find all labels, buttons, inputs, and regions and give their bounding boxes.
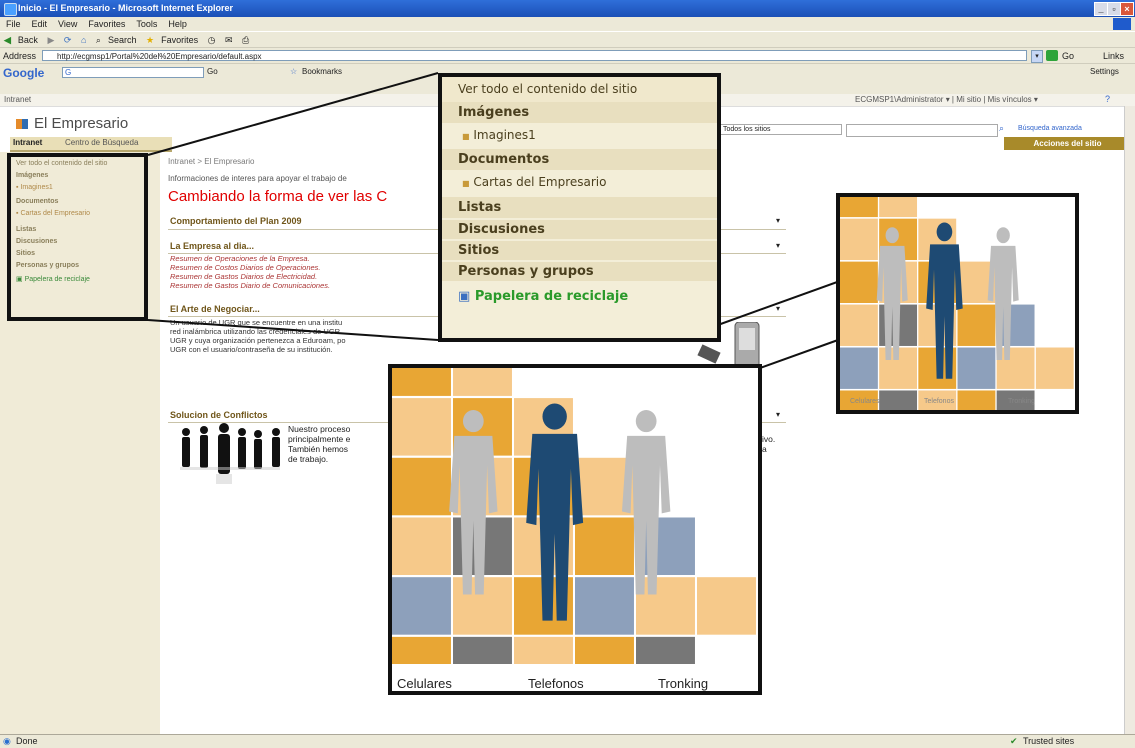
status-bar: ◉ Done ✔ Trusted sites — [0, 734, 1135, 748]
ql-cartas-label: Cartas del Empresario — [473, 175, 607, 189]
label-telefonos-small: Telefonos — [924, 398, 954, 405]
label-celulares-small: Celulares — [850, 398, 880, 405]
image-callout-small: Celulares Telefonos Tronking — [836, 175, 1079, 432]
ql-discusiones[interactable]: Discusiones — [442, 220, 717, 239]
label-telefonos: Telefonos — [528, 676, 584, 691]
ql-papelera[interactable]: ▣ Papelera de reciclaje — [442, 281, 717, 312]
ql-imagenes[interactable]: Imágenes — [442, 102, 717, 123]
ql-sitios[interactable]: Sitios — [442, 241, 717, 260]
connector-line — [147, 319, 439, 341]
ql-view-all[interactable]: Ver todo el contenido del sitio — [442, 77, 717, 102]
business-mosaic-small — [840, 175, 1074, 432]
security-zone: Trusted sites — [1023, 736, 1075, 746]
label-tronking: Tronking — [658, 676, 709, 691]
status-text: Done — [16, 736, 38, 746]
ql-imagines1[interactable]: ■ Imagines1 — [442, 123, 717, 147]
bullet-icon: ■ — [462, 132, 470, 141]
bullet-icon: ■ — [462, 179, 470, 188]
ql-personas[interactable]: Personas y grupos — [442, 262, 717, 281]
ql-listas[interactable]: Listas — [442, 197, 717, 218]
page-done-icon: ◉ — [3, 736, 11, 746]
trusted-zone-icon: ✔ — [1010, 736, 1018, 746]
ql-cartas[interactable]: ■ Cartas del Empresario — [442, 170, 717, 194]
recycle-bin-icon: ▣ — [458, 289, 471, 304]
quicklaunch-callout-large: Ver todo el contenido del sitio Imágenes… — [438, 73, 721, 342]
ql-documentos[interactable]: Documentos — [442, 149, 717, 170]
ql-papelera-label: Papelera de reciclaje — [474, 289, 629, 304]
ql-imagines1-label: Imagines1 — [473, 128, 536, 142]
image-callout-large: Celulares Telefonos Tronking — [388, 338, 762, 695]
connector-line — [759, 339, 839, 369]
label-tronking-small: Tronking — [1008, 398, 1035, 405]
business-mosaic-large — [392, 338, 756, 695]
image-labels-large: Celulares Telefonos Tronking — [392, 676, 758, 692]
label-celulares: Celulares — [397, 676, 452, 691]
connector-line — [147, 72, 439, 156]
